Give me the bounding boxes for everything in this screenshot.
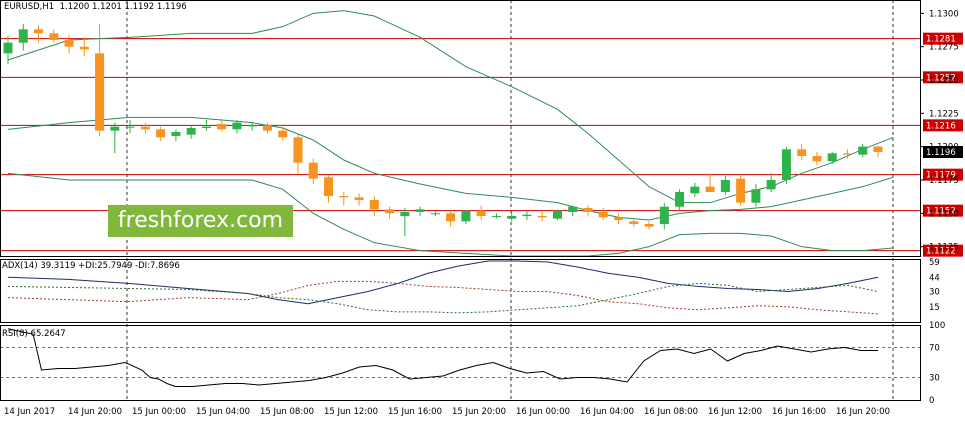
rsi-tick-label: 70 [929,344,940,354]
candle-body [110,126,120,131]
time-label: 15 Jun 12:00 [324,407,378,417]
rsi-tick-label: 30 [929,374,940,384]
time-label: 15 Jun 20:00 [452,407,506,417]
adx-tick-label: 59 [929,258,940,268]
candle-body [64,40,74,47]
candle-body [507,216,517,219]
candle-body [736,178,746,203]
time-label: 16 Jun 20:00 [836,407,890,417]
candle-body [629,221,639,224]
candle-body [812,156,822,162]
price-tick-label: 1.1125 [929,243,959,253]
candle-body [400,212,410,216]
price-tick-label: 1.1275 [929,43,959,53]
price-tick-label: 1.1150 [929,209,959,219]
candle-body [201,126,211,128]
candle-body [858,146,868,155]
time-label: 14 Jun 20:00 [68,407,122,417]
candle-body [79,46,89,50]
candle-body [690,186,700,194]
candle-body [598,212,608,218]
adx-panel-title: ADX(14) 39.3119 +DI:25.7949 -DI:7.8696 [2,261,180,271]
rsi-panel-title: RSI(8) 65.2647 [2,329,66,339]
candle-body [583,208,593,212]
adx-tick-label: 30 [929,288,940,298]
candle-body [537,216,547,218]
candle-body [308,162,318,179]
time-label: 15 Jun 04:00 [196,407,250,417]
adx-tick-label: 44 [929,273,940,283]
candle-body [247,125,257,127]
candle-body [217,124,227,130]
adx-series-line [7,282,879,314]
candle-body [568,206,578,212]
candle-body [873,146,883,152]
panel-frame [0,325,921,401]
candle-body [49,33,59,40]
bollinger-upper [7,10,894,204]
adx-tick-label: 15 [929,303,940,313]
price-tick-label: 1.1250 [929,76,959,86]
candle-body [3,42,13,54]
candle-body [278,130,288,138]
rsi-indicator [0,328,920,387]
freshforex-logo: freshforex.com [108,205,293,237]
chart-grid [126,0,894,400]
level-tag-label: 1.1216 [926,121,956,131]
price-tick-label: 1.1200 [929,143,959,153]
candle-body [751,189,761,203]
candle-body [781,149,791,180]
price-tick-label: 1.1300 [929,9,959,19]
candle-body [140,126,150,130]
candle-body [293,137,303,163]
candle-body [552,210,562,219]
candle-body [415,209,425,212]
time-label: 16 Jun 16:00 [772,407,826,417]
candle-body [34,29,44,34]
time-label: 16 Jun 08:00 [644,407,698,417]
candle-body [385,209,395,214]
candle-body [354,197,364,200]
time-label: 16 Jun 12:00 [708,407,762,417]
candle-body [842,153,852,155]
candle-body [339,196,349,198]
candle-body [675,192,685,207]
price-tick-label: 1.1225 [929,109,959,119]
time-label: 15 Jun 00:00 [132,407,186,417]
time-label: 15 Jun 16:00 [388,407,442,417]
candle-body [827,153,837,162]
candle-body [324,177,334,196]
candle-body [659,206,669,224]
candle-body [262,125,272,131]
candle-body [644,224,654,227]
price-tick-label: 1.1175 [929,176,959,186]
candle-body [614,217,624,220]
time-label: 16 Jun 04:00 [580,407,634,417]
adx-series-line [7,280,879,315]
candle-body [232,122,242,130]
time-label: 15 Jun 08:00 [260,407,314,417]
candle-body [171,132,181,136]
candle-body [156,129,166,138]
candle-body [186,128,196,135]
candle-body [705,186,715,192]
rsi-tick-label: 100 [929,321,945,331]
candle-body [491,216,501,217]
candle-body [18,29,28,43]
candle-body [95,53,105,131]
candle-body [125,126,135,128]
rsi-tick-label: 0 [929,396,934,406]
candle-body [720,180,730,192]
candle-body [797,149,807,156]
candle-body [522,214,532,216]
price-panel-title: EURUSD,H1 1.1200 1.1201 1.1192 1.1196 [4,2,187,12]
candle-body [461,210,471,222]
time-label: 14 Jun 2017 [4,407,55,417]
candle-body [476,210,486,216]
candle-body [369,200,379,210]
candle-body [766,180,776,190]
candle-body [446,213,456,222]
candle-body [430,213,440,215]
time-label: 16 Jun 00:00 [516,407,570,417]
